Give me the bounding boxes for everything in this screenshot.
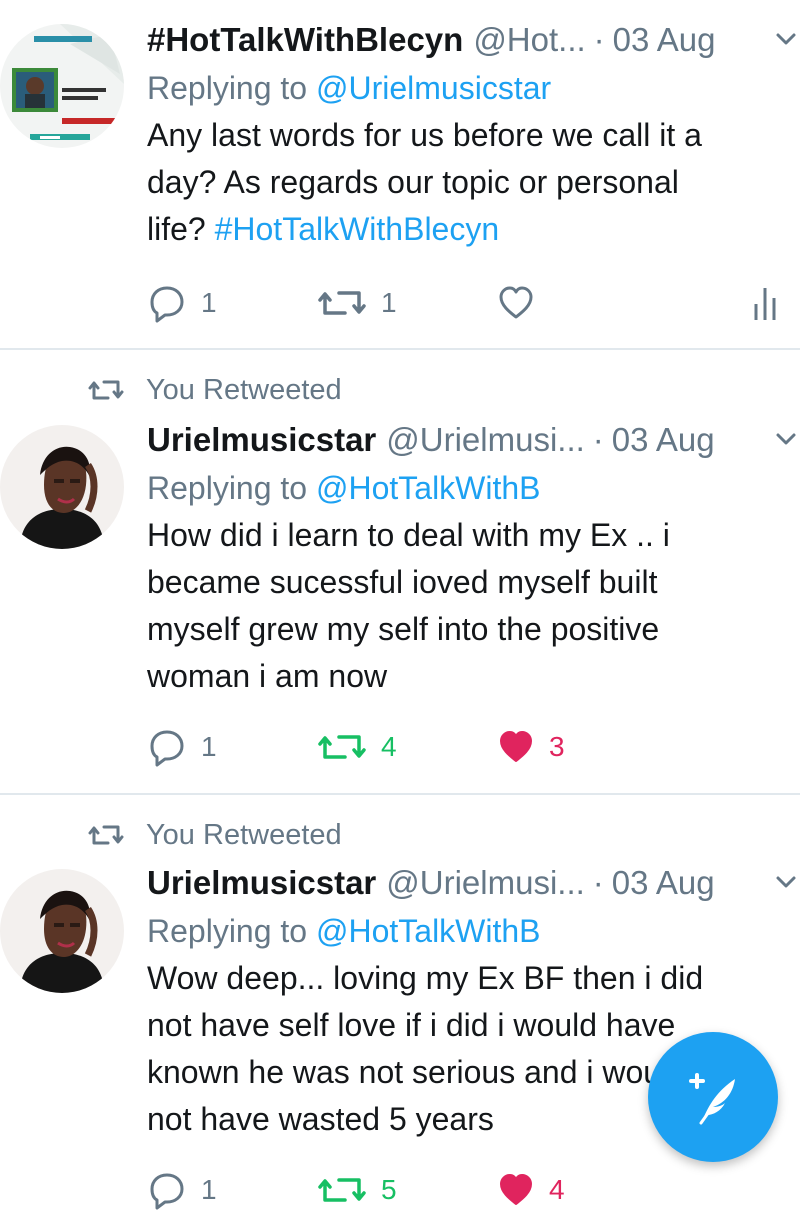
tweet[interactable]: #HotTalkWithBlecyn @Hot... · 03 Aug Repl…: [0, 0, 800, 348]
retweet-count: 1: [381, 287, 397, 318]
heart-icon: [500, 1174, 532, 1205]
avatar[interactable]: [0, 869, 124, 993]
tweet-text-line: Any last words for us before we call it …: [147, 117, 702, 153]
tweet-actions: 1 1: [147, 278, 787, 328]
timestamp[interactable]: 03 Aug: [612, 864, 715, 902]
reply-count: 1: [201, 731, 217, 762]
tweet[interactable]: You Retweeted Urielmusicstar @Urielmusi.…: [0, 350, 800, 792]
tweet-text-line: day? As regards our topic or personal: [147, 164, 679, 200]
retweet-count: 4: [381, 731, 397, 762]
mention-link[interactable]: @Urielmusicstar: [316, 70, 551, 106]
tweet-header: #HotTalkWithBlecyn @Hot... · 03 Aug: [147, 16, 796, 64]
author-handle[interactable]: @Urielmusi...: [386, 421, 585, 459]
reply-icon: [150, 1173, 184, 1210]
tweet-text-line: Wow deep... loving my Ex BF then i did: [147, 960, 704, 996]
retweet-icon: [88, 825, 124, 845]
tweet-text-line: became sucessful ioved myself built: [147, 564, 658, 600]
retweet-context: You Retweeted: [88, 370, 342, 410]
tweet-actions: 1 4 3: [147, 722, 787, 772]
separator: ·: [592, 864, 604, 901]
timestamp[interactable]: 03 Aug: [612, 421, 715, 459]
retweet-button[interactable]: 4: [317, 722, 397, 772]
reply-count: 1: [201, 1174, 217, 1205]
retweet-context-label: You Retweeted: [146, 818, 342, 851]
tweet-header: Urielmusicstar @Urielmusi... · 03 Aug: [147, 859, 796, 907]
tweet-text-line: woman i am now: [147, 658, 388, 694]
tweet-text-line: life? #HotTalkWithBlecyn: [147, 206, 777, 253]
compose-tweet-button[interactable]: [648, 1032, 778, 1162]
avatar[interactable]: [0, 24, 124, 148]
chevron-down-icon[interactable]: [771, 424, 800, 454]
like-button[interactable]: 4: [497, 1165, 565, 1215]
like-count: 4: [549, 1174, 565, 1205]
retweet-icon: [88, 380, 124, 400]
analytics-icon: [754, 288, 776, 320]
urielmusicstar-avatar-image: [0, 869, 124, 993]
tweet-text-line: myself grew my self into the positive: [147, 611, 660, 647]
retweet-icon: [318, 291, 366, 315]
retweet-count: 5: [381, 1174, 397, 1205]
timestamp[interactable]: 03 Aug: [613, 21, 716, 59]
mention-link[interactable]: @HotTalkWithB: [316, 913, 541, 949]
author-name[interactable]: Urielmusicstar: [147, 864, 376, 902]
tweet-text[interactable]: Any last words for us before we call it …: [147, 112, 777, 253]
author-handle[interactable]: @Hot...: [473, 21, 585, 59]
reply-icon: [150, 286, 184, 323]
like-button[interactable]: 3: [497, 722, 565, 772]
urielmusicstar-avatar-image: [0, 425, 124, 549]
analytics-button[interactable]: [752, 278, 792, 328]
hashtag-link[interactable]: #HotTalkWithBlecyn: [215, 211, 500, 247]
like-count: 3: [549, 731, 565, 762]
compose-tweet-icon: [689, 1073, 735, 1125]
replying-to-label: Replying to: [147, 470, 316, 506]
replying-to: Replying to @HotTalkWithB: [147, 464, 777, 512]
chevron-down-icon[interactable]: [771, 867, 800, 897]
retweet-icon: [318, 1178, 366, 1202]
reply-icon: [150, 730, 184, 767]
reply-button[interactable]: 1: [147, 722, 217, 772]
retweet-button[interactable]: 5: [317, 1165, 397, 1215]
replying-to: Replying to @Urielmusicstar: [147, 64, 777, 112]
replying-to-label: Replying to: [147, 913, 316, 949]
chevron-down-icon[interactable]: [771, 24, 800, 54]
separator: ·: [592, 421, 604, 458]
avatar[interactable]: [0, 425, 124, 549]
replying-to: Replying to @HotTalkWithB: [147, 907, 777, 955]
author-handle[interactable]: @Urielmusi...: [386, 864, 585, 902]
separator: ·: [593, 21, 605, 58]
mention-link[interactable]: @HotTalkWithB: [316, 470, 541, 506]
tweet-text[interactable]: How did i learn to deal with my Ex .. i …: [147, 512, 777, 700]
heart-icon: [499, 286, 533, 319]
retweet-context: You Retweeted: [88, 815, 342, 855]
tweet-text-fragment: life?: [147, 211, 215, 247]
retweet-context-label: You Retweeted: [146, 373, 342, 406]
tweet-header: Urielmusicstar @Urielmusi... · 03 Aug: [147, 416, 796, 464]
reply-button[interactable]: 1: [147, 1165, 217, 1215]
tweet-text-line: How did i learn to deal with my Ex .. i: [147, 517, 670, 553]
author-name[interactable]: Urielmusicstar: [147, 421, 376, 459]
like-button[interactable]: [497, 278, 549, 328]
reply-count: 1: [201, 287, 217, 318]
heart-icon: [500, 731, 532, 762]
hottalk-avatar-image: [0, 24, 124, 148]
reply-button[interactable]: 1: [147, 278, 217, 328]
tweet-actions: 1 5 4: [147, 1165, 787, 1215]
retweet-icon: [318, 735, 366, 759]
author-name[interactable]: #HotTalkWithBlecyn: [147, 21, 463, 59]
replying-to-label: Replying to: [147, 70, 316, 106]
retweet-button[interactable]: 1: [317, 278, 397, 328]
